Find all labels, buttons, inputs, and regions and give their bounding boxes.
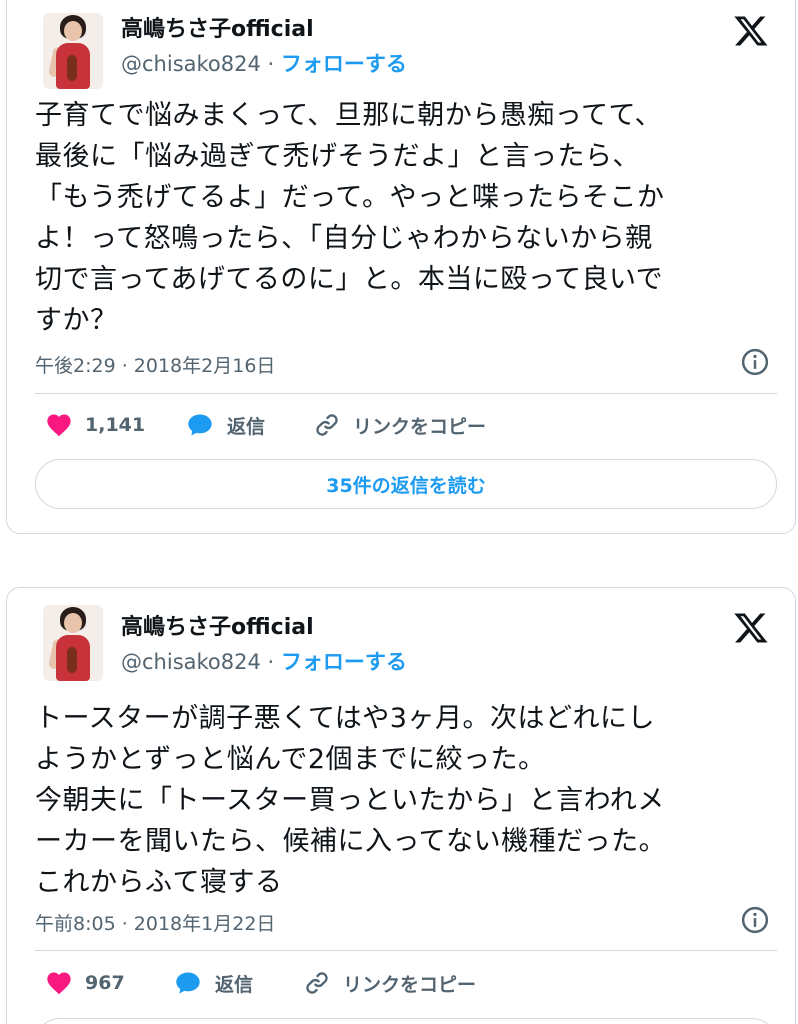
reply-label: 返信 [215, 973, 254, 996]
tweet-text-line: これからふて寝する [35, 867, 283, 898]
tweet-text: トースターが調子悪くてはや3ヶ月。次はどれにし ようかとずっと悩んで2個までに絞… [35, 698, 777, 903]
read-replies-button[interactable] [35, 1018, 777, 1024]
like-count: 967 [85, 972, 125, 994]
tweet-text-line: よ！って怒鳴ったら、「自分じゃわからないから親 [35, 223, 653, 254]
separator-dot: · [267, 52, 275, 76]
tweet-card: 高嶋ちさ子official @chisako824 · フォローする 子育てで悩… [6, 0, 796, 534]
divider [35, 393, 777, 394]
heart-icon [47, 972, 71, 995]
tweet-text-line: 切で言ってあげてるのに」と。本当に殴って良いで [35, 264, 664, 295]
avatar[interactable] [43, 13, 103, 89]
avatar[interactable] [43, 605, 103, 681]
follow-button[interactable]: フォローする [281, 650, 407, 674]
tweet-text-line: すか？ [35, 305, 118, 336]
timestamp[interactable]: 午前8:05 · 2018年1月22日 [35, 909, 275, 936]
x-logo-icon[interactable] [733, 13, 769, 49]
speech-bubble-icon [188, 414, 212, 436]
x-logo-icon[interactable] [733, 610, 769, 646]
read-replies-button[interactable]: 35件の返信を読む [35, 459, 777, 509]
heart-icon [47, 414, 71, 437]
author-name[interactable]: 高嶋ちさ子official [121, 615, 314, 641]
divider [35, 950, 777, 951]
tweet-text-line: 「もう禿げてるよ」だって。やっと喋ったらそこか [35, 182, 665, 213]
tweet-text-line: 子育てで悩みまくって、旦那に朝から愚痴ってて、 [35, 100, 663, 131]
copy-link-button[interactable]: リンクをコピー [303, 969, 476, 997]
like-button[interactable]: 967 [45, 969, 125, 997]
handle-row: @chisako824 · フォローする [121, 649, 407, 675]
separator-dot: · [267, 650, 275, 674]
tweet-text: 子育てで悩みまくって、旦那に朝から愚痴ってて、 最後に「悩み過ぎて禿げそうだよ」… [35, 95, 777, 341]
follow-button[interactable]: フォローする [281, 52, 407, 76]
tweet-card: 高嶋ちさ子official @chisako824 · フォローする トースター… [6, 587, 796, 1024]
info-icon[interactable] [740, 905, 770, 935]
copy-link-label: リンクをコピー [353, 415, 487, 438]
tweet-text-line: 今朝夫に「トースター買っといたから」と言われメ [35, 785, 665, 816]
handle-row: @chisako824 · フォローする [121, 51, 407, 77]
copy-link-label: リンクをコピー [343, 973, 477, 996]
link-icon [306, 972, 328, 994]
author-handle[interactable]: @chisako824 [121, 52, 261, 76]
action-bar: 1,141 返信 リンクをコピー [35, 411, 777, 441]
tweet-text-line: ようかとずっと悩んで2個までに絞った。 [35, 744, 546, 775]
like-count: 1,141 [85, 414, 146, 436]
like-button[interactable]: 1,141 [45, 411, 145, 439]
copy-link-button[interactable]: リンクをコピー [313, 411, 486, 439]
tweet-text-line: ーカーを聞いたら、候補に入ってない機種だった。 [35, 826, 667, 857]
link-icon [316, 414, 338, 436]
info-icon[interactable] [740, 347, 770, 377]
timestamp[interactable]: 午後2:29 · 2018年2月16日 [35, 351, 275, 378]
action-bar: 967 返信 リンクをコピー [35, 969, 777, 999]
reply-button[interactable]: 返信 [173, 969, 253, 997]
author-handle[interactable]: @chisako824 [121, 650, 261, 674]
speech-bubble-icon [176, 972, 200, 994]
tweet-text-line: トースターが調子悪くてはや3ヶ月。次はどれにし [35, 703, 655, 734]
reply-label: 返信 [227, 415, 266, 438]
author-name[interactable]: 高嶋ちさ子official [121, 17, 314, 43]
reply-button[interactable]: 返信 [185, 411, 265, 439]
tweet-text-line: 最後に「悩み過ぎて禿げそうだよ」と言ったら、 [35, 141, 640, 172]
